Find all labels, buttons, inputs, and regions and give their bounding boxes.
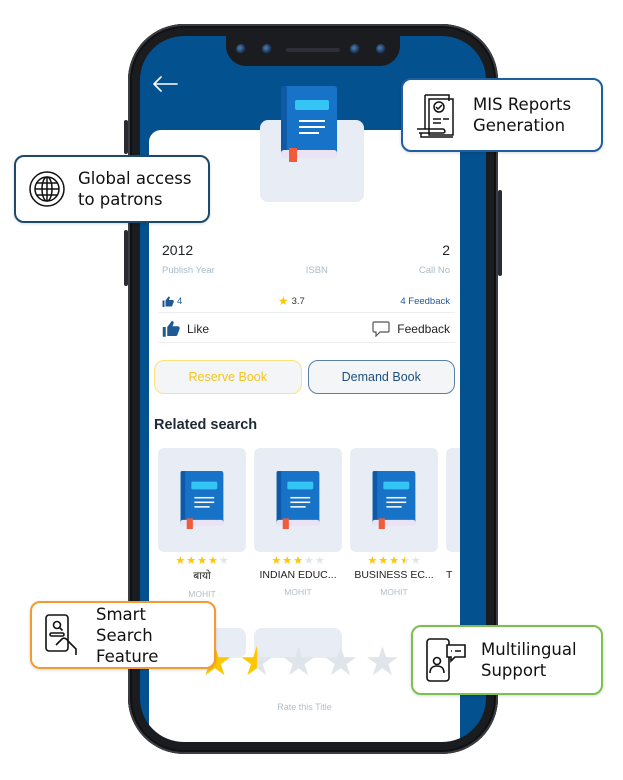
related-book-thumbnail: [158, 448, 246, 552]
callout-smart-search: Smart Search Feature: [30, 601, 216, 669]
divider: [158, 312, 455, 313]
related-search-title: Related search: [154, 417, 258, 433]
related-book-rating: ★ ★ ★ ★ ★: [350, 555, 438, 567]
related-book-thumbnail: [350, 448, 438, 552]
related-book-title: बायो: [193, 570, 211, 582]
star-icon: ★: [367, 555, 378, 567]
publish-year-value: 2012: [162, 242, 194, 258]
volume-down-button: [124, 230, 128, 286]
star-icon: ★: [293, 555, 303, 567]
power-button: [498, 190, 502, 276]
star-icon: ★: [389, 555, 399, 567]
related-book-title: T: [446, 569, 453, 581]
star-icon[interactable]: ★: [281, 642, 317, 682]
speaker: [286, 48, 340, 52]
related-book-item[interactable]: ★ ★ ★ ★ ★ बायो MOHIT: [158, 448, 246, 599]
globe-icon: [29, 171, 65, 207]
star-icon: ★: [197, 555, 207, 567]
thumbs-up-icon: [162, 296, 174, 307]
book-actions: Like Feedback: [162, 320, 450, 337]
related-book-rating: ★ ★ ★ ★ ★: [254, 555, 342, 567]
rate-title-label: Rate this Title: [277, 702, 332, 712]
report-document-icon: [417, 94, 454, 138]
phone-search-icon: [45, 614, 77, 655]
callout-global-access-text: Global access to patrons: [78, 169, 192, 209]
phone-chat-icon: [426, 638, 466, 682]
star-icon[interactable]: ★: [323, 642, 359, 682]
related-book-author: MOHIT: [284, 587, 312, 597]
related-search-list: ★ ★ ★ ★ ★ बायो MOHIT ★ ★ ★ ★ ★ INDIAN EDUC... MOHIT ★ ★…: [158, 448, 460, 608]
average-rating: ★ 3.7: [277, 294, 305, 308]
sensor-icon: [376, 44, 386, 54]
book-meta-labels: Publish Year ISBN Call No: [162, 265, 450, 276]
callout-smart-search-text: Smart Search Feature: [96, 604, 159, 666]
callout-multilingual-text: Multilingual Support: [481, 640, 577, 680]
star-icon: ★: [399, 555, 410, 567]
callout-mis-reports: MIS Reports Generation: [401, 78, 603, 152]
call-no-value: 2: [442, 242, 450, 258]
star-icon: ★: [378, 555, 389, 567]
like-button[interactable]: Like: [162, 320, 209, 337]
callout-mis-reports-text: MIS Reports Generation: [473, 95, 572, 135]
star-icon[interactable]: ★: [239, 642, 275, 682]
star-icon: ★: [271, 555, 282, 567]
call-no-label: Call No: [418, 265, 450, 276]
book-icon: [180, 471, 224, 529]
related-book-author: MOHIT: [380, 587, 408, 597]
related-book-thumbnail: [446, 448, 460, 552]
book-meta-values: 2012 2: [162, 242, 450, 258]
callout-multilingual: Multilingual Support: [411, 625, 603, 695]
book-buttons: Reserve Book Demand Book: [154, 360, 455, 394]
star-icon[interactable]: ★: [364, 642, 400, 682]
camera-icon: [262, 44, 272, 54]
reserve-book-button[interactable]: Reserve Book: [154, 360, 302, 394]
book-stats: 4 ★ 3.7 4 Feedback: [162, 294, 450, 308]
star-icon: ★: [207, 555, 218, 567]
book-cover-icon: [281, 86, 337, 162]
related-book-thumbnail: [254, 448, 342, 552]
related-book-rating: ★ ★ ★ ★ ★: [158, 555, 246, 567]
related-book-item[interactable]: T: [446, 448, 460, 587]
volume-button: [124, 120, 128, 154]
back-arrow-icon[interactable]: [152, 76, 178, 92]
book-icon: [372, 471, 416, 529]
related-book-title: INDIAN EDUC...: [259, 569, 337, 581]
divider: [158, 342, 455, 343]
star-icon: ★: [314, 555, 325, 567]
star-icon: ★: [410, 555, 421, 567]
sensor-icon: [350, 44, 360, 54]
related-book-item[interactable]: ★ ★ ★ ★ ★ BUSINESS EC... MOHIT: [350, 448, 438, 597]
star-icon: ★: [303, 555, 314, 567]
isbn-label: ISBN: [305, 265, 328, 276]
feedback-count-link[interactable]: 4 Feedback: [400, 296, 450, 307]
star-icon: ★: [282, 555, 293, 567]
feedback-button[interactable]: Feedback: [372, 320, 450, 337]
rate-title-stars[interactable]: ★★★★★: [197, 642, 400, 682]
star-icon: ★: [175, 555, 186, 567]
demand-book-button[interactable]: Demand Book: [307, 360, 455, 394]
likes-count: 4: [162, 296, 182, 307]
related-book-title: BUSINESS EC...: [354, 569, 434, 581]
thumbs-up-icon: [162, 321, 180, 337]
star-icon: ★: [277, 294, 289, 308]
book-icon: [276, 471, 320, 529]
star-icon: ★: [186, 555, 197, 567]
sensor-icon: [236, 44, 246, 54]
callout-global-access: Global access to patrons: [14, 155, 210, 223]
notch: [226, 36, 400, 66]
publish-year-label: Publish Year: [162, 265, 215, 276]
related-book-author: MOHIT: [188, 589, 216, 599]
star-icon: ★: [218, 555, 229, 567]
comment-icon: [372, 320, 390, 337]
related-book-item[interactable]: ★ ★ ★ ★ ★ INDIAN EDUC... MOHIT: [254, 448, 342, 597]
